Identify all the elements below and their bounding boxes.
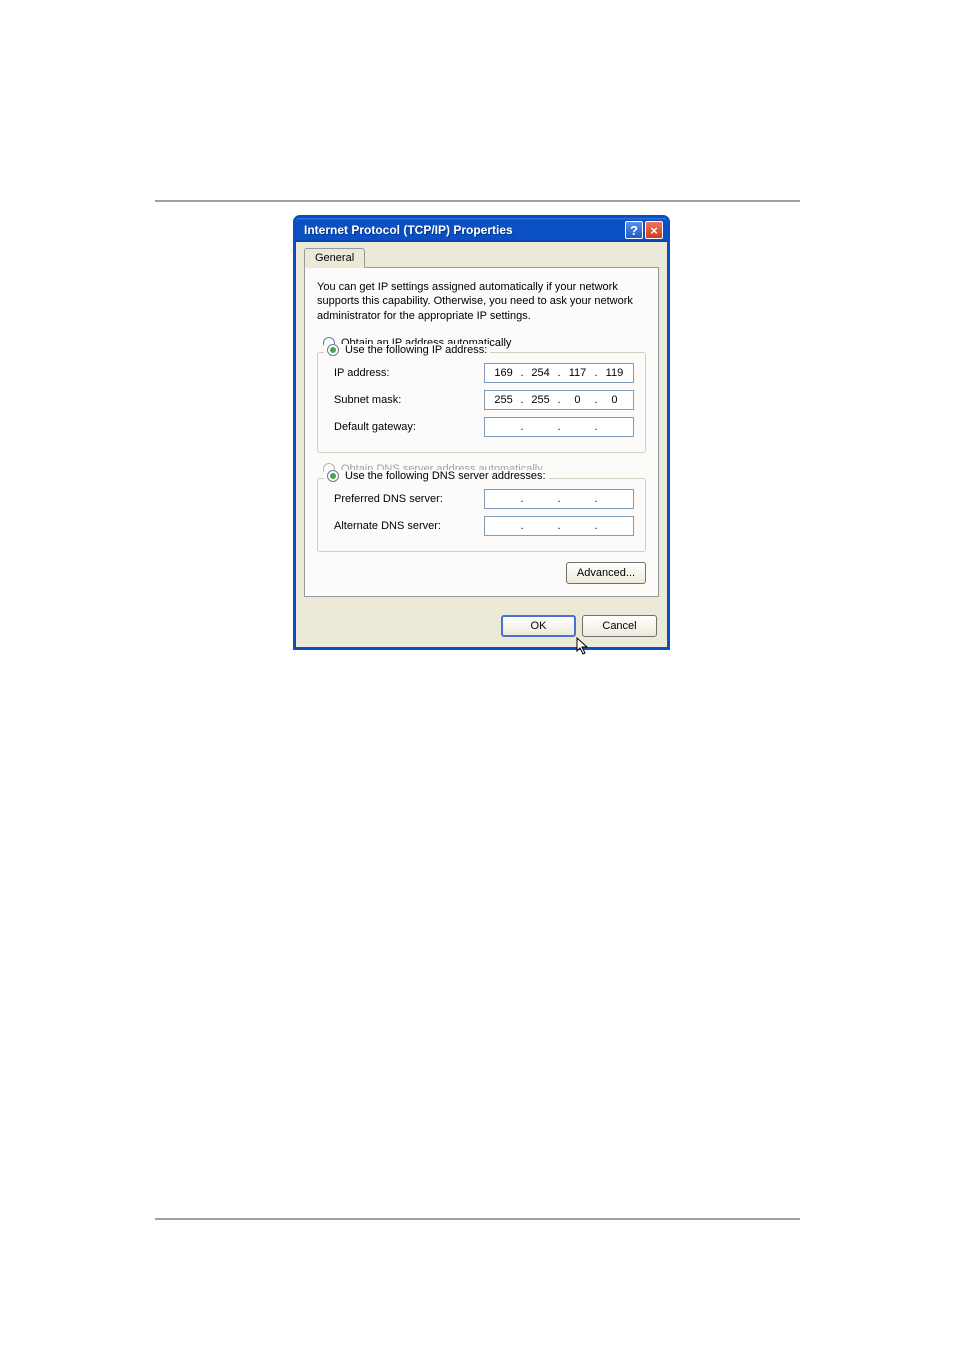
subnet-octet-1[interactable]: 255 <box>489 394 518 406</box>
radio-ip-manual[interactable] <box>327 344 339 356</box>
subnet-mask-label: Subnet mask: <box>334 394 484 406</box>
radio-dns-manual-label: Use the following DNS server addresses: <box>345 470 546 482</box>
ip-address-input[interactable]: 169 . 254 . 117 . 119 <box>484 363 634 383</box>
advanced-button-row: Advanced... <box>317 562 646 584</box>
ip-dot: . <box>592 367 600 379</box>
field-row-alternate-dns: Alternate DNS server: . . . <box>328 516 635 536</box>
tab-general[interactable]: General <box>304 248 365 268</box>
subnet-mask-input[interactable]: 255 . 255 . 0 . 0 <box>484 390 634 410</box>
radio-row-ip-manual[interactable]: Use the following IP address: <box>324 344 490 356</box>
ip-dot: . <box>518 520 526 532</box>
tab-strip: General <box>304 248 659 268</box>
fieldset-dns-manual: Use the following DNS server addresses: … <box>317 478 646 552</box>
ip-dot: . <box>555 493 563 505</box>
ip-dot: . <box>592 421 600 433</box>
close-icon: × <box>650 223 658 238</box>
alternate-dns-label: Alternate DNS server: <box>334 520 484 532</box>
ok-button[interactable]: OK <box>501 615 576 637</box>
tcpip-properties-dialog: Internet Protocol (TCP/IP) Properties ? … <box>294 216 669 649</box>
page-divider-top <box>155 200 800 202</box>
field-row-ip-address: IP address: 169 . 254 . 117 . 119 <box>328 363 635 383</box>
subnet-octet-3[interactable]: 0 <box>563 394 592 406</box>
ip-octet-4[interactable]: 119 <box>600 367 629 379</box>
alternate-dns-input[interactable]: . . . <box>484 516 634 536</box>
dialog-body: General You can get IP settings assigned… <box>296 242 667 607</box>
default-gateway-label: Default gateway: <box>334 421 484 433</box>
preferred-dns-label: Preferred DNS server: <box>334 493 484 505</box>
ip-dot: . <box>518 493 526 505</box>
field-row-default-gateway: Default gateway: . . . <box>328 417 635 437</box>
description-text: You can get IP settings assigned automat… <box>317 280 646 323</box>
ip-dot: . <box>592 493 600 505</box>
ip-dot: . <box>555 520 563 532</box>
subnet-octet-4[interactable]: 0 <box>600 394 629 406</box>
tab-panel-general: You can get IP settings assigned automat… <box>304 267 659 597</box>
help-button[interactable]: ? <box>625 221 643 239</box>
preferred-dns-input[interactable]: . . . <box>484 489 634 509</box>
radio-ip-manual-label: Use the following IP address: <box>345 344 487 356</box>
ip-dot: . <box>555 367 563 379</box>
subnet-octet-2[interactable]: 255 <box>526 394 555 406</box>
fieldset-ip-manual: Use the following IP address: IP address… <box>317 352 646 453</box>
radio-row-dns-manual[interactable]: Use the following DNS server addresses: <box>324 470 549 482</box>
ip-dot: . <box>518 367 526 379</box>
ip-address-label: IP address: <box>334 367 484 379</box>
ip-dot: . <box>518 421 526 433</box>
titlebar: Internet Protocol (TCP/IP) Properties ? … <box>296 218 667 242</box>
ip-octet-3[interactable]: 117 <box>563 367 592 379</box>
field-row-preferred-dns: Preferred DNS server: . . . <box>328 489 635 509</box>
advanced-button[interactable]: Advanced... <box>566 562 646 584</box>
ip-octet-2[interactable]: 254 <box>526 367 555 379</box>
titlebar-buttons: ? × <box>625 221 663 239</box>
ip-dot: . <box>555 421 563 433</box>
ip-octet-1[interactable]: 169 <box>489 367 518 379</box>
ip-dot: . <box>592 394 600 406</box>
default-gateway-input[interactable]: . . . <box>484 417 634 437</box>
radio-dns-manual[interactable] <box>327 470 339 482</box>
field-row-subnet-mask: Subnet mask: 255 . 255 . 0 . 0 <box>328 390 635 410</box>
page-divider-bottom <box>155 1218 800 1220</box>
cancel-button[interactable]: Cancel <box>582 615 657 637</box>
help-icon: ? <box>630 223 638 238</box>
dialog-footer: OK Cancel <box>296 607 667 647</box>
ip-dot: . <box>592 520 600 532</box>
close-button[interactable]: × <box>645 221 663 239</box>
dialog-title: Internet Protocol (TCP/IP) Properties <box>304 223 625 237</box>
ip-dot: . <box>555 394 563 406</box>
ip-dot: . <box>518 394 526 406</box>
